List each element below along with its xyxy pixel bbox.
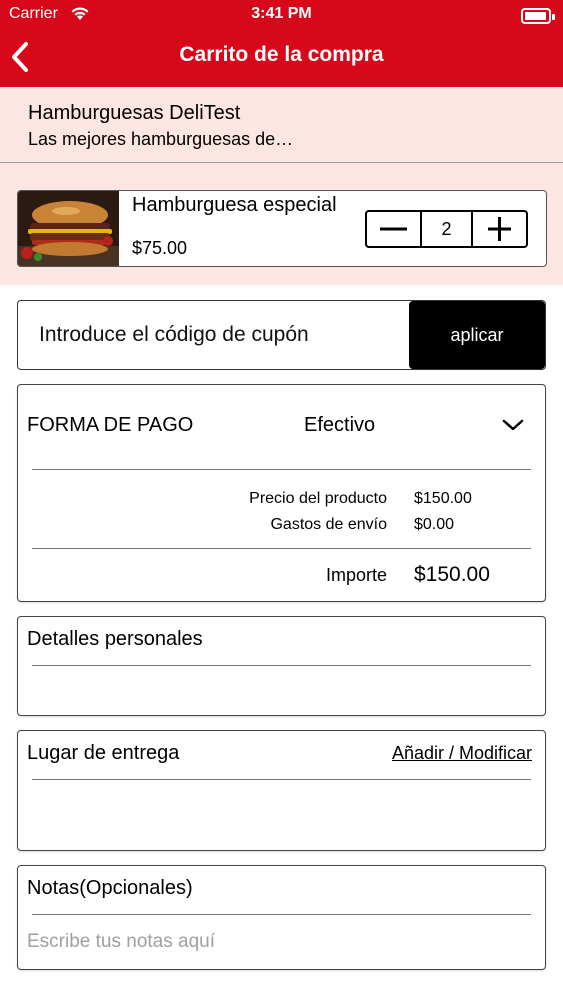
clock: 3:41 PM	[251, 5, 312, 22]
divider	[32, 779, 531, 780]
edit-address-link[interactable]: Añadir / Modificar	[392, 743, 532, 764]
shipping-value: $0.00	[414, 516, 455, 533]
divider	[32, 914, 531, 915]
coupon-row: Introduce el código de cupón aplicar	[17, 300, 546, 370]
product-price-value: $150.00	[414, 490, 472, 507]
payment-method-select[interactable]: Efectivo	[304, 414, 375, 437]
payment-label: FORMA DE PAGO	[27, 414, 194, 436]
battery-tip	[552, 14, 555, 20]
apply-coupon-button[interactable]: aplicar	[409, 301, 545, 369]
item-price: $75.00	[132, 238, 188, 258]
divider	[32, 469, 531, 470]
delivery-title: Lugar de entrega	[27, 742, 180, 764]
divider	[32, 548, 531, 549]
quantity-stepper: 2	[365, 210, 528, 248]
item-name: Hamburguesa especial	[132, 194, 337, 216]
increase-button[interactable]	[471, 212, 526, 246]
plus-icon	[488, 217, 511, 241]
notes-card: Notas(Opcionales) Escribe tus notas aquí	[17, 865, 546, 970]
shipping-label: Gastos de envío	[270, 516, 387, 533]
store-info: Hamburguesas DeliTest Las mejores hambur…	[0, 87, 563, 163]
product-price-label: Precio del producto	[249, 490, 387, 507]
notes-title: Notas(Opcionales)	[27, 877, 193, 899]
total-label: Importe	[325, 565, 387, 585]
personal-details-title: Detalles personales	[27, 628, 203, 650]
total-value: $150.00	[414, 563, 490, 586]
minus-icon	[380, 227, 407, 231]
quantity-value: 2	[441, 219, 452, 239]
coupon-input[interactable]: Introduce el código de cupón	[39, 323, 309, 347]
battery-icon	[521, 8, 551, 24]
chevron-down-icon[interactable]	[501, 415, 525, 440]
notes-input[interactable]: Escribe tus notas aquí	[27, 931, 215, 953]
store-description: Las mejores hamburguesas de…	[28, 129, 294, 149]
payment-card: FORMA DE PAGO Efectivo Precio del produc…	[17, 384, 546, 602]
divider	[32, 665, 531, 666]
burger-image	[18, 191, 119, 266]
decrease-button[interactable]	[367, 212, 422, 246]
nav-header: Carrier 3:41 PM Carrito de la compra	[0, 0, 563, 87]
store-name: Hamburguesas DeliTest	[28, 102, 241, 124]
personal-details-card: Detalles personales	[17, 616, 546, 716]
page-title: Carrito de la compra	[179, 43, 384, 66]
cart-item: Hamburguesa especial $75.00 2	[17, 190, 547, 267]
delivery-card: Lugar de entrega Añadir / Modificar	[17, 730, 546, 851]
cart-list: Hamburguesa especial $75.00 2	[0, 163, 563, 285]
status-bar: Carrier 3:41 PM	[0, 5, 563, 25]
